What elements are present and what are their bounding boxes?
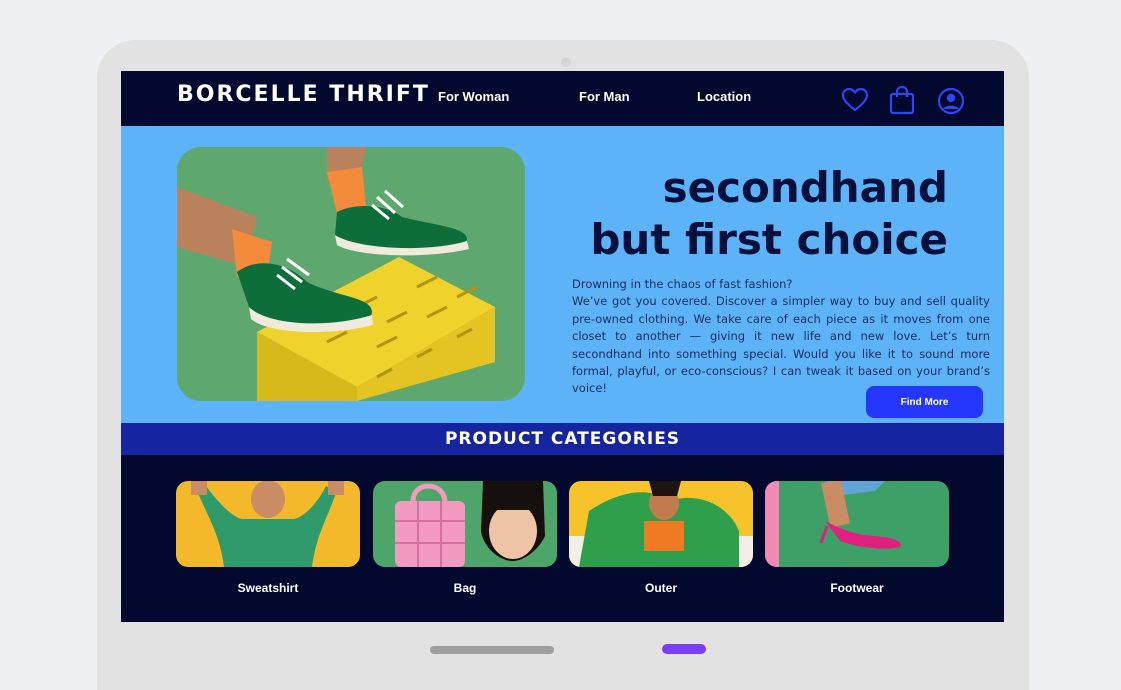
website-screen: BORCELLE THRIFT For Woman For Man Locati… xyxy=(121,71,1004,622)
hero-section: secondhand but first choice Drowning in … xyxy=(121,126,1004,423)
category-label-sweatshirt[interactable]: Sweatshirt xyxy=(176,581,360,595)
hero-sneakers-image xyxy=(177,147,525,401)
hero-headline-line-2: but first choice xyxy=(590,215,948,264)
outer-image[interactable] xyxy=(569,481,753,567)
category-card-bag[interactable]: Bag xyxy=(373,481,557,595)
shopping-bag-icon[interactable] xyxy=(889,85,915,115)
brand-logo[interactable]: BORCELLE THRIFT xyxy=(177,82,430,107)
hero-description-lead: Drowning in the chaos of fast fashion? xyxy=(572,277,793,291)
footwear-image[interactable] xyxy=(765,481,949,567)
category-card-outer[interactable]: Outer xyxy=(569,481,753,595)
category-label-outer[interactable]: Outer xyxy=(569,581,753,595)
top-navigation: BORCELLE THRIFT For Woman For Man Locati… xyxy=(121,71,1004,126)
hero-description: Drowning in the chaos of fast fashion? W… xyxy=(572,276,990,398)
category-card-sweatshirt[interactable]: Sweatshirt xyxy=(176,481,360,595)
category-label-bag[interactable]: Bag xyxy=(373,581,557,595)
product-categories-heading: PRODUCT CATEGORIES xyxy=(121,423,1004,455)
laptop-camera xyxy=(561,57,571,67)
nav-link-for-woman[interactable]: For Woman xyxy=(438,89,509,104)
nav-link-location[interactable]: Location xyxy=(697,89,751,104)
heart-icon[interactable] xyxy=(841,87,869,113)
find-more-button[interactable]: Find More xyxy=(866,386,983,418)
dock-item xyxy=(430,646,554,654)
category-label-footwear[interactable]: Footwear xyxy=(765,581,949,595)
hero-headline-line-1: secondhand xyxy=(662,163,948,212)
sweatshirt-image[interactable] xyxy=(176,481,360,567)
user-account-icon[interactable] xyxy=(937,87,965,115)
dock-item xyxy=(662,644,706,654)
hero-headline: secondhand but first choice xyxy=(590,162,948,266)
hero-description-body: We’ve got you covered. Discover a simple… xyxy=(572,294,990,396)
bag-image[interactable] xyxy=(373,481,557,567)
category-card-footwear[interactable]: Footwear xyxy=(765,481,949,595)
nav-link-for-man[interactable]: For Man xyxy=(579,89,630,104)
